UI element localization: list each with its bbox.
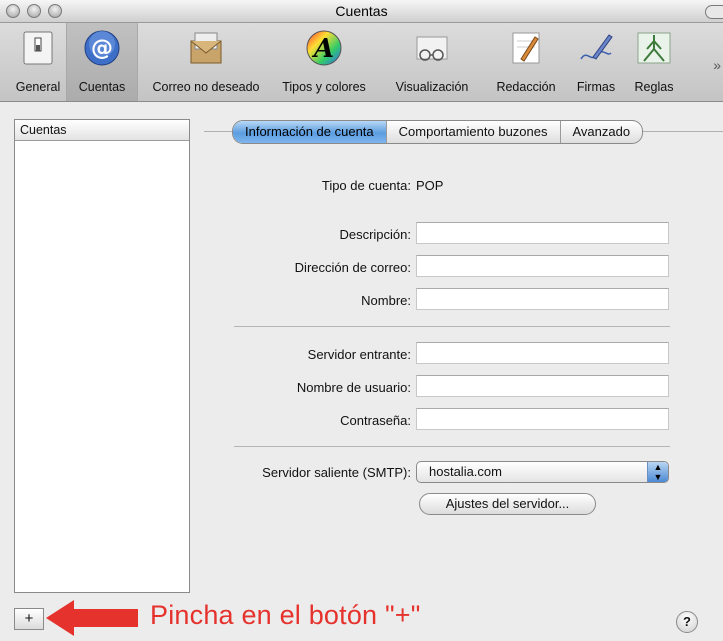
toolbar-label-reglas: Reglas (634, 80, 674, 94)
toolbar-item-tipos-y-colores[interactable]: A Tipos y colores (272, 23, 376, 101)
annotation-text: Pincha en el botón "+" (150, 600, 421, 630)
red-arrow-icon (46, 600, 138, 636)
server-settings-button[interactable]: Ajustes del servidor... (419, 493, 596, 515)
smtp-server-value: hostalia.com (429, 464, 502, 479)
at-sign-icon: @ (84, 30, 120, 66)
toolbar-toggle-button[interactable] (705, 5, 723, 19)
smtp-label: Servidor saliente (SMTP): (262, 465, 411, 480)
description-field[interactable] (416, 222, 669, 244)
toolbar-item-redaccion[interactable]: Redacción (488, 23, 564, 101)
switch-icon (23, 31, 53, 65)
font-color-icon: A (306, 30, 342, 66)
toolbar-item-visualizacion[interactable]: Visualización (380, 23, 484, 101)
username-field[interactable] (416, 375, 669, 397)
name-label: Nombre: (361, 293, 411, 308)
minimize-window-button[interactable] (27, 4, 41, 18)
chevron-up-down-icon: ▲ ▼ (647, 462, 668, 482)
tab-bar: Información de cuenta Comportamiento buz… (232, 120, 644, 144)
email-label: Dirección de correo: (294, 260, 411, 275)
accounts-list-header: Cuentas (15, 120, 189, 141)
account-type-label: Tipo de cuenta: (321, 178, 411, 193)
tab-comportamiento-buzones[interactable]: Comportamiento buzones (387, 121, 561, 143)
account-type-value: POP (416, 178, 444, 193)
section-separator (234, 446, 670, 447)
section-separator (234, 326, 670, 327)
toolbar-label-correo-no-deseado: Correo no deseado (152, 80, 260, 94)
svg-text:A: A (311, 34, 334, 64)
toolbar-item-correo-no-deseado[interactable]: Correo no deseado (142, 23, 270, 101)
toolbar-label-general: General (15, 80, 61, 94)
toolbar-label-firmas: Firmas (576, 80, 616, 94)
signature-pen-icon (580, 34, 613, 60)
email-field[interactable] (416, 255, 669, 277)
toolbar-label-tipos-y-colores: Tipos y colores (282, 80, 366, 94)
incoming-server-field[interactable] (416, 342, 669, 364)
toolbar-item-cuentas[interactable]: @ Cuentas (66, 23, 138, 101)
incoming-server-label: Servidor entrante: (307, 347, 411, 362)
zoom-window-button[interactable] (48, 4, 62, 18)
toolbar-overflow-button[interactable]: » (713, 57, 721, 73)
window-title: Cuentas (335, 3, 388, 19)
name-field[interactable] (416, 288, 669, 310)
description-label: Descripción: (339, 227, 411, 242)
title-bar: Cuentas (0, 0, 723, 23)
password-field[interactable] (416, 408, 669, 430)
glasses-icon (416, 36, 448, 61)
toolbar-item-reglas[interactable]: Reglas (626, 23, 682, 101)
help-button[interactable]: ? (676, 611, 698, 633)
tab-informacion-de-cuenta[interactable]: Información de cuenta (233, 121, 387, 143)
password-label: Contraseña: (340, 413, 411, 428)
add-account-button[interactable]: + (14, 608, 44, 630)
smtp-server-select[interactable]: hostalia.com ▲ ▼ (416, 461, 669, 483)
username-label: Nombre de usuario: (296, 380, 411, 395)
toolbar-item-general[interactable]: General (12, 23, 64, 101)
tab-panel (204, 131, 723, 600)
close-window-button[interactable] (6, 4, 20, 18)
accounts-list[interactable]: Cuentas (14, 119, 190, 593)
tab-avanzado[interactable]: Avanzado (561, 121, 643, 143)
rules-icon (637, 32, 671, 64)
toolbar-label-visualizacion: Visualización (395, 80, 469, 94)
toolbar-label-redaccion: Redacción (496, 80, 556, 94)
toolbar-item-firmas[interactable]: Firmas (568, 23, 624, 101)
svg-text:@: @ (91, 36, 113, 61)
preferences-toolbar: General @ Cuentas Correo no deseado A Ti… (0, 23, 723, 102)
pencil-icon (512, 32, 540, 64)
toolbar-label-cuentas: Cuentas (78, 80, 126, 94)
junk-mail-icon (190, 32, 222, 64)
